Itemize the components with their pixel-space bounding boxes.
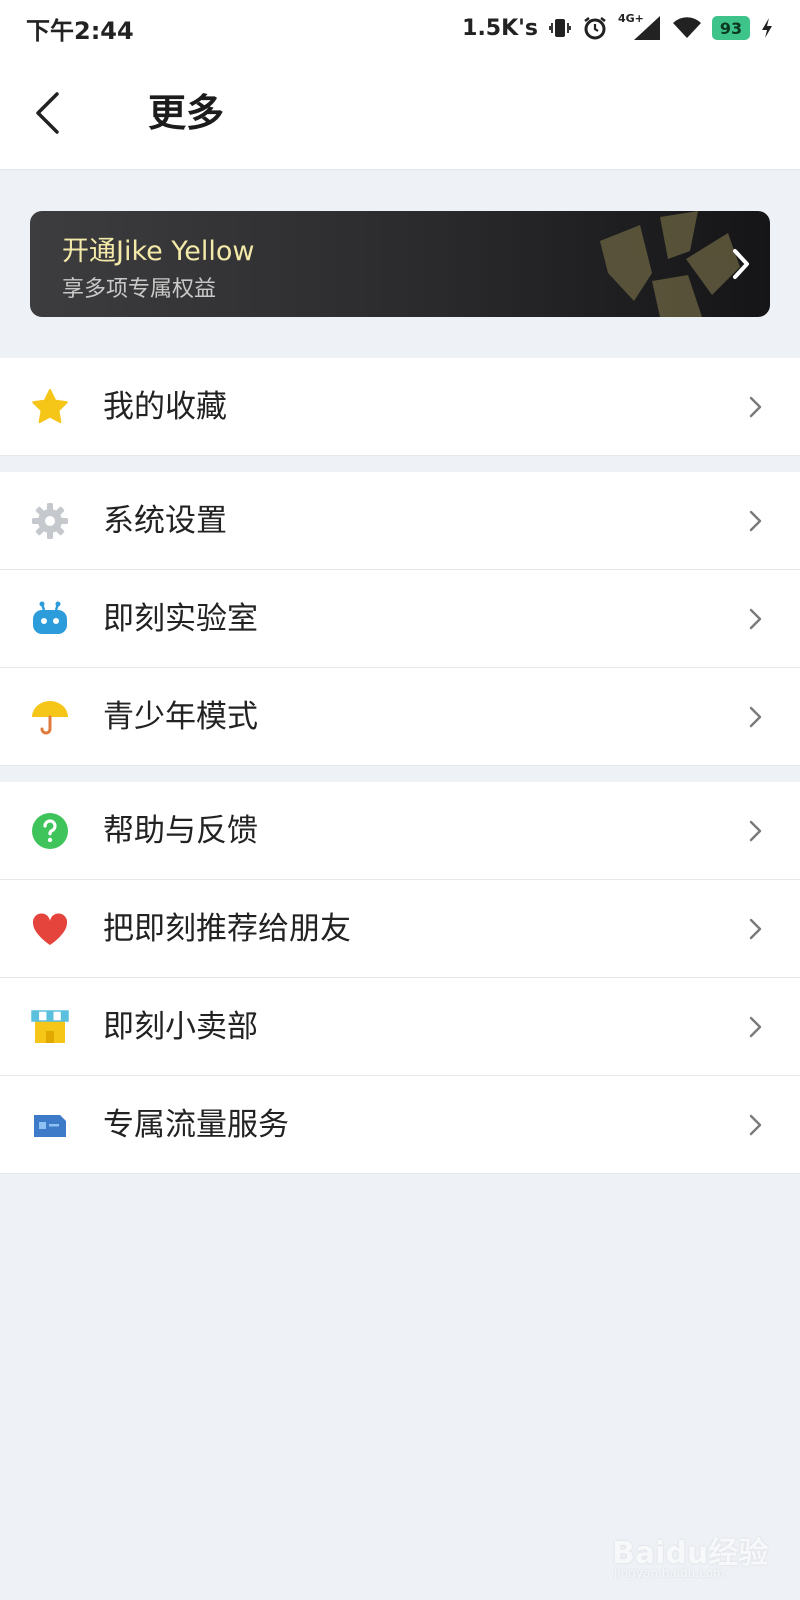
status-time: 下午2:44: [26, 16, 134, 45]
vibrate-icon: [548, 16, 572, 40]
menu-item-label: 即刻小卖部: [103, 1009, 258, 1045]
page-title: 更多: [148, 91, 225, 135]
menu-item-help-feedback[interactable]: 帮助与反馈: [0, 782, 800, 880]
chevron-right-icon: [749, 706, 762, 728]
menu-item-label: 青少年模式: [103, 699, 258, 735]
menu-item-system-settings[interactable]: 系统设置: [0, 472, 800, 570]
chevron-right-icon: [749, 396, 762, 418]
charging-icon: [760, 17, 774, 39]
watermark-subtext: jingyan.baidu.com: [614, 1566, 725, 1580]
menu-group-favorites: 我的收藏: [0, 358, 800, 456]
heart-icon: [30, 909, 70, 949]
menu-group-settings: 系统设置 即刻实验室 青少年模式: [0, 472, 800, 766]
battery-indicator: 93: [712, 16, 750, 40]
menu-group-misc: 帮助与反馈 把即刻推荐给朋友 即刻小卖部 专属流量服务: [0, 782, 800, 1174]
jike-logo-decoration-icon: [600, 211, 740, 317]
cellular-signal-icon: 4G+: [618, 12, 662, 42]
baidu-jingyan-watermark: Baidu经验 jingyan.baidu.com: [612, 1512, 772, 1582]
menu-item-label: 把即刻推荐给朋友: [103, 911, 351, 947]
robot-icon: [30, 599, 70, 639]
menu-item-jike-lab[interactable]: 即刻实验室: [0, 570, 800, 668]
menu-item-label: 专属流量服务: [103, 1107, 289, 1143]
chevron-right-icon: [749, 510, 762, 532]
chevron-right-icon: [749, 1016, 762, 1038]
menu-item-label: 我的收藏: [103, 389, 227, 425]
wifi-icon: [672, 16, 702, 40]
menu-item-jike-store[interactable]: 即刻小卖部: [0, 978, 800, 1076]
menu-item-label: 系统设置: [103, 503, 227, 539]
gear-icon: [30, 501, 70, 541]
promo-subtitle: 享多项专属权益: [62, 277, 217, 302]
jike-yellow-promo-banner[interactable]: 开通Jike Yellow 享多项专属权益: [30, 211, 770, 317]
promo-title: 开通Jike Yellow: [62, 236, 255, 267]
chevron-right-icon: [749, 820, 762, 842]
chevron-right-icon: [749, 1114, 762, 1136]
chevron-right-icon: [733, 249, 749, 279]
menu-item-teen-mode[interactable]: 青少年模式: [0, 668, 800, 766]
chevron-right-icon: [749, 918, 762, 940]
nav-bar: 更多: [0, 56, 800, 170]
store-icon: [30, 1007, 70, 1047]
back-button[interactable]: [26, 86, 68, 140]
menu-item-favorites[interactable]: 我的收藏: [0, 358, 800, 456]
umbrella-icon: [30, 697, 70, 737]
menu-item-recommend-to-friends[interactable]: 把即刻推荐给朋友: [0, 880, 800, 978]
status-bar: 下午2:44 1.5K's 4G+ 93: [0, 0, 800, 56]
chevron-left-icon: [36, 92, 59, 134]
menu-item-data-plan-service[interactable]: 专属流量服务: [0, 1076, 800, 1174]
chevron-right-icon: [749, 608, 762, 630]
network-type: 4G+: [618, 12, 644, 25]
menu-item-label: 帮助与反馈: [103, 813, 258, 849]
alarm-icon: [582, 15, 608, 41]
menu-item-label: 即刻实验室: [103, 601, 258, 637]
question-icon: [30, 811, 70, 851]
star-icon: [30, 387, 70, 427]
network-speed: 1.5K's: [462, 15, 538, 41]
sim-card-icon: [30, 1105, 70, 1145]
status-icons: 1.5K's 4G+ 93: [462, 12, 774, 42]
